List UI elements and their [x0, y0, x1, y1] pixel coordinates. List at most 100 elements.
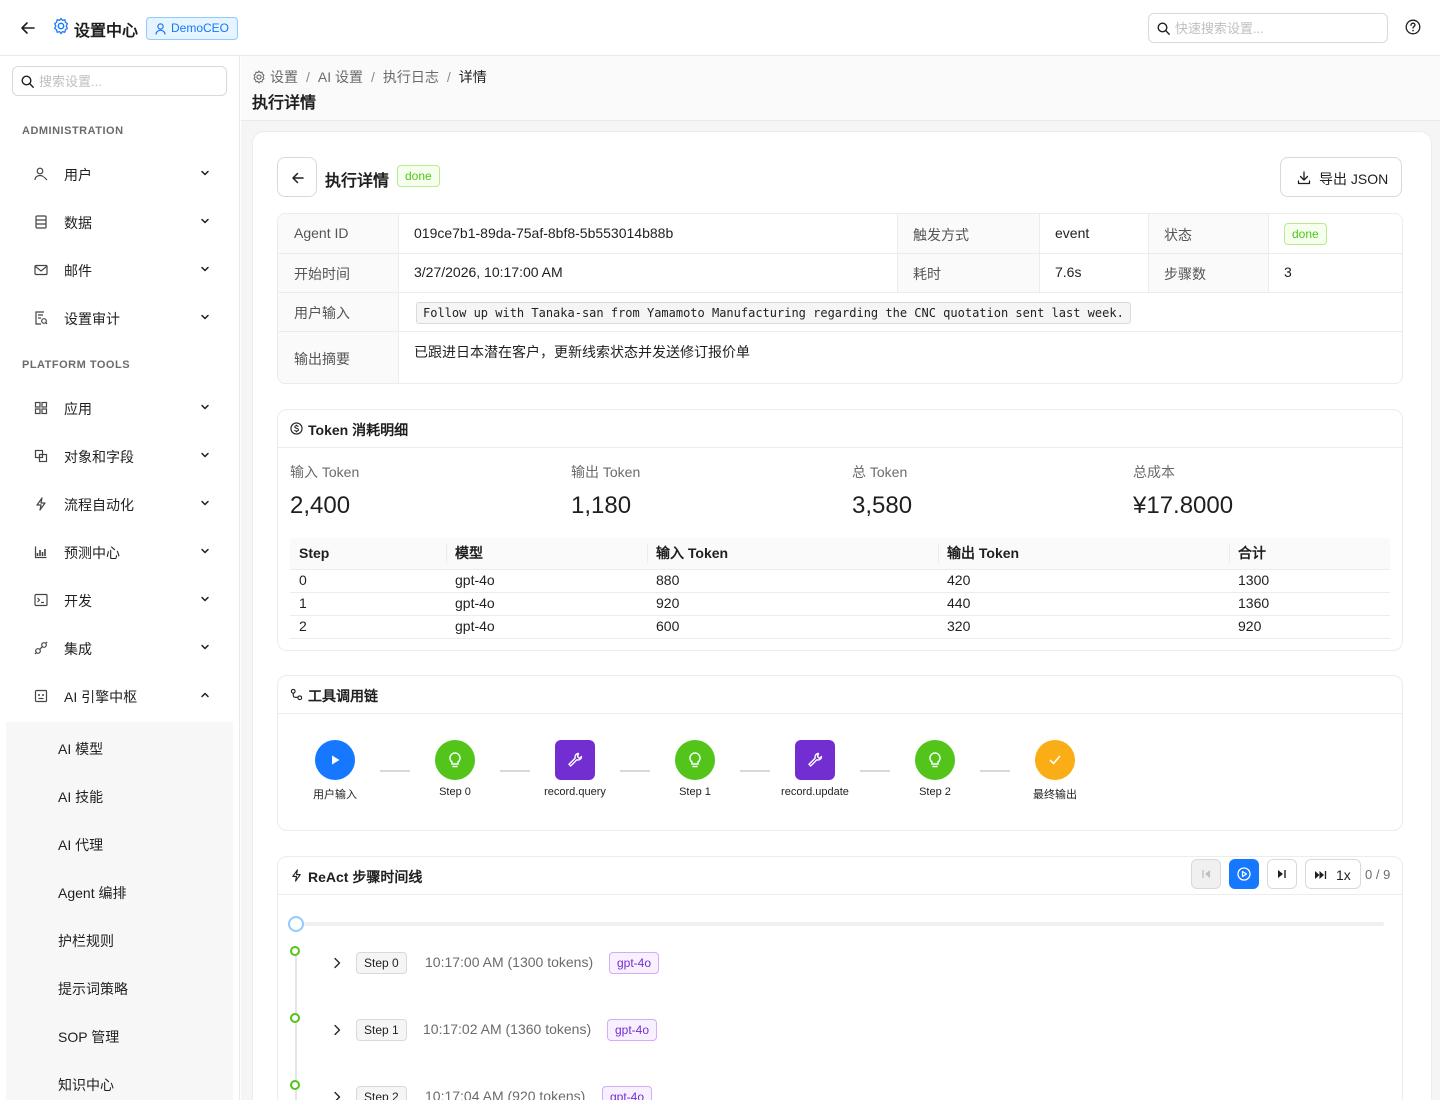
row-divider: [290, 638, 1390, 639]
sidebar-item-label: 预测中心: [64, 545, 120, 561]
export-json-label: 导出 JSON: [1319, 171, 1389, 187]
sidebar-item-sop[interactable]: SOP 管理: [6, 1016, 233, 1056]
status-badge: done: [397, 165, 440, 187]
export-json-button[interactable]: 导出 JSON: [1280, 157, 1402, 197]
lightning-icon: [292, 869, 301, 882]
trigger-label: 触发方式: [913, 227, 969, 243]
section-header: 工具调用链: [278, 676, 1402, 714]
chain-node-step-1[interactable]: [675, 740, 715, 780]
chevron-down-icon: [201, 314, 209, 320]
detail-title: 执行详情: [325, 173, 390, 190]
step-tag: Step 1: [356, 1019, 407, 1041]
sidebar-item-label: 对象和字段: [64, 449, 134, 465]
column-header: 合计: [1238, 545, 1266, 561]
chain-node-step-2[interactable]: [915, 740, 955, 780]
integration-icon: [34, 641, 48, 655]
chevron-right-icon: [334, 957, 341, 969]
settings-search[interactable]: [12, 66, 227, 96]
agent-id-label: Agent ID: [294, 225, 349, 241]
stat-output-tokens: 输出 Token 1,180: [571, 462, 640, 520]
breadcrumb-separator: /: [446, 69, 451, 85]
table-cell: 1300: [1238, 572, 1270, 588]
sidebar-item-apps[interactable]: 应用: [6, 388, 233, 428]
chevron-down-icon: [201, 404, 209, 410]
sidebar-item-knowledge[interactable]: 知识中心: [6, 1064, 233, 1100]
chain-connector: [860, 770, 890, 772]
chain-node-label: Step 0: [439, 786, 471, 798]
bulb-icon: [929, 752, 941, 768]
table-cell: 1360: [1238, 595, 1270, 611]
stat-total-cost: 总成本 ¥17.8000: [1133, 462, 1233, 520]
sidebar-item-label: 设置审计: [64, 311, 120, 327]
chevron-down-icon: [201, 266, 209, 272]
settings-search-input[interactable]: [39, 71, 219, 91]
sidebar-item-ai-models[interactable]: AI 模型: [6, 728, 233, 768]
speed-button[interactable]: 1x: [1305, 859, 1361, 889]
chain-node-final-output[interactable]: [1035, 740, 1075, 780]
sidebar-item-flow[interactable]: 流程自动化: [6, 484, 233, 524]
breadcrumb-ai-settings[interactable]: AI 设置: [318, 67, 363, 87]
bulb-icon: [689, 752, 701, 768]
sidebar-item-integration[interactable]: 集成: [6, 628, 233, 668]
group-label-platform-tools: PLATFORM TOOLS: [22, 359, 131, 371]
page-header: 设置 / AI 设置 / 执行日志 / 详情 执行详情: [241, 56, 1440, 121]
sidebar: ADMINISTRATION 用户 数据 邮件 设置审计 PLATFORM TO…: [0, 56, 240, 1100]
row-divider: [278, 292, 1402, 293]
chain-node-record-query[interactable]: [555, 740, 595, 780]
skip-start-button[interactable]: [1191, 859, 1221, 889]
chain-connector: [980, 770, 1010, 772]
chain-node-user-input[interactable]: [315, 740, 355, 780]
sidebar-item-objects[interactable]: 对象和字段: [6, 436, 233, 476]
audit-icon: [35, 311, 48, 325]
bulb-icon: [449, 752, 461, 768]
sidebar-item-guardrails[interactable]: 护栏规则: [6, 920, 233, 960]
back-button[interactable]: [277, 157, 317, 197]
play-button[interactable]: [1229, 859, 1259, 889]
sidebar-item-label: AI 引擎中枢: [64, 689, 138, 705]
col-divider: [897, 214, 898, 292]
breadcrumb-current: 详情: [458, 69, 487, 85]
quick-search[interactable]: [1148, 13, 1388, 43]
breadcrumb-settings[interactable]: 设置: [270, 67, 298, 87]
sidebar-item-ai-skills[interactable]: AI 技能: [6, 776, 233, 816]
sidebar-item-mail[interactable]: 邮件: [6, 250, 233, 290]
sidebar-item-users[interactable]: 用户: [6, 154, 233, 194]
org-badge: DemoCEO: [146, 17, 239, 40]
sidebar-item-ai-engine[interactable]: AI 引擎中枢: [6, 676, 233, 716]
sidebar-item-label: 流程自动化: [64, 497, 134, 513]
sidebar-item-label: 提示词策略: [58, 981, 128, 997]
back-arrow-icon[interactable]: [18, 18, 38, 38]
timeline-progress-track[interactable]: [304, 922, 1384, 926]
sidebar-item-label: 护栏规则: [58, 933, 114, 949]
tool-chain-title: 工具调用链: [308, 688, 378, 704]
sidebar-item-develop[interactable]: 开发: [6, 580, 233, 620]
timeline-progress-handle[interactable]: [288, 916, 304, 932]
chain-node-label: Step 2: [919, 786, 951, 798]
steps-label: 步骤数: [1164, 266, 1206, 282]
start-time-value: 3/27/2026, 10:17:00 AM: [414, 264, 563, 280]
chain-node-record-update[interactable]: [795, 740, 835, 780]
chain-connector: [620, 770, 650, 772]
breadcrumb-exec-logs[interactable]: 执行日志: [383, 67, 439, 87]
sidebar-item-prompt-policy[interactable]: 提示词策略: [6, 968, 233, 1008]
sidebar-item-label: 用户: [64, 167, 92, 183]
status-badge: done: [1284, 223, 1327, 245]
step-tag: Step 2: [356, 1086, 407, 1100]
sidebar-item-label: Agent 编排: [58, 885, 127, 901]
group-label-administration: ADMINISTRATION: [22, 125, 124, 137]
sidebar-item-ai-agents[interactable]: AI 代理: [6, 824, 233, 864]
timeline-title: ReAct 步骤时间线: [308, 869, 423, 885]
react-timeline-section: ReAct 步骤时间线 1x 0 / 9 Step 0 10:17:00 AM …: [277, 856, 1403, 1100]
sidebar-item-data[interactable]: 数据: [6, 202, 233, 242]
chain-node-step-0[interactable]: [435, 740, 475, 780]
sidebar-item-forecast[interactable]: 预测中心: [6, 532, 233, 572]
help-icon[interactable]: [1405, 19, 1421, 35]
fast-forward-icon: [1315, 871, 1327, 879]
chain-node-label: record.query: [544, 786, 606, 798]
column-header: 输出 Token: [947, 545, 1020, 561]
step-forward-button[interactable]: [1267, 859, 1297, 889]
sidebar-item-agent-orchestration[interactable]: Agent 编排: [6, 872, 233, 912]
table-cell: 320: [947, 618, 971, 634]
quick-search-input[interactable]: [1175, 18, 1380, 38]
sidebar-item-audit[interactable]: 设置审计: [6, 298, 233, 338]
